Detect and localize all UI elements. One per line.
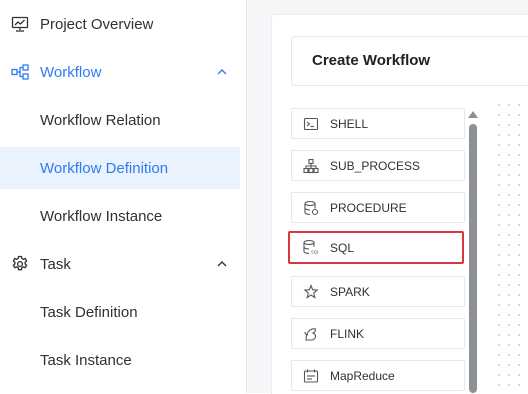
sidebar-item-label: Task Instance — [40, 351, 132, 369]
palette-item-label: FLINK — [330, 326, 365, 341]
sidebar-item-task-definition[interactable]: Task Definition — [0, 291, 240, 333]
sql-database-icon: SQL — [302, 239, 318, 255]
palette-item-label: MapReduce — [330, 368, 395, 383]
palette-item-sub-process[interactable]: SUB_PROCESS — [291, 150, 465, 181]
sidebar-item-task[interactable]: Task — [0, 243, 240, 285]
chevron-up-icon[interactable] — [215, 257, 229, 271]
palette-item-sql[interactable]: SQL SQL — [288, 231, 464, 264]
terminal-icon — [303, 116, 319, 132]
database-icon — [303, 200, 319, 216]
sub-process-icon — [303, 158, 319, 174]
palette-item-shell[interactable]: SHELL — [291, 108, 465, 139]
spark-star-icon — [303, 284, 319, 300]
presentation-chart-icon — [11, 15, 29, 33]
palette-item-flink[interactable]: FLINK — [291, 318, 465, 349]
sidebar-item-project-overview[interactable]: Project Overview — [0, 3, 240, 45]
palette-item-label: PROCEDURE — [330, 200, 407, 215]
palette-item-label: SQL — [330, 240, 355, 255]
palette-scrollbar-thumb[interactable] — [469, 124, 477, 393]
sidebar-item-workflow-definition[interactable]: Workflow Definition — [0, 147, 240, 189]
palette-item-mapreduce[interactable]: MapReduce — [291, 360, 465, 391]
palette-item-label: SUB_PROCESS — [330, 158, 421, 173]
page-title: Create Workflow — [312, 52, 431, 69]
sidebar-item-label: Project Overview — [40, 15, 154, 33]
palette-item-label: SHELL — [330, 116, 369, 131]
scroll-up-arrow-icon[interactable] — [468, 111, 478, 118]
sidebar-item-label: Workflow Instance — [40, 207, 163, 225]
sidebar-item-workflow-instance[interactable]: Workflow Instance — [0, 195, 240, 237]
sidebar-item-label: Workflow — [40, 63, 102, 81]
page-header-card: Create Workflow — [291, 36, 528, 86]
mapreduce-icon — [303, 368, 319, 384]
sidebar: Project Overview Workflow Workflow Relat… — [0, 0, 247, 393]
sidebar-item-label: Task Definition — [40, 303, 138, 321]
workflow-canvas[interactable] — [494, 100, 528, 393]
palette-item-procedure[interactable]: PROCEDURE — [291, 192, 465, 223]
sidebar-item-workflow[interactable]: Workflow — [0, 51, 240, 93]
sidebar-item-label: Workflow Definition — [40, 159, 169, 177]
palette-item-spark[interactable]: SPARK — [291, 276, 465, 307]
chevron-up-icon[interactable] — [215, 65, 229, 79]
sidebar-item-label: Task — [40, 255, 71, 273]
sidebar-item-label: Workflow Relation — [40, 111, 161, 129]
sidebar-item-task-instance[interactable]: Task Instance — [0, 339, 240, 381]
svg-text:SQL: SQL — [311, 249, 318, 254]
flink-squirrel-icon — [303, 326, 319, 342]
workflow-tree-icon — [11, 63, 29, 81]
gear-icon — [11, 255, 29, 273]
sidebar-item-workflow-relation[interactable]: Workflow Relation — [0, 99, 240, 141]
palette-item-label: SPARK — [330, 284, 370, 299]
